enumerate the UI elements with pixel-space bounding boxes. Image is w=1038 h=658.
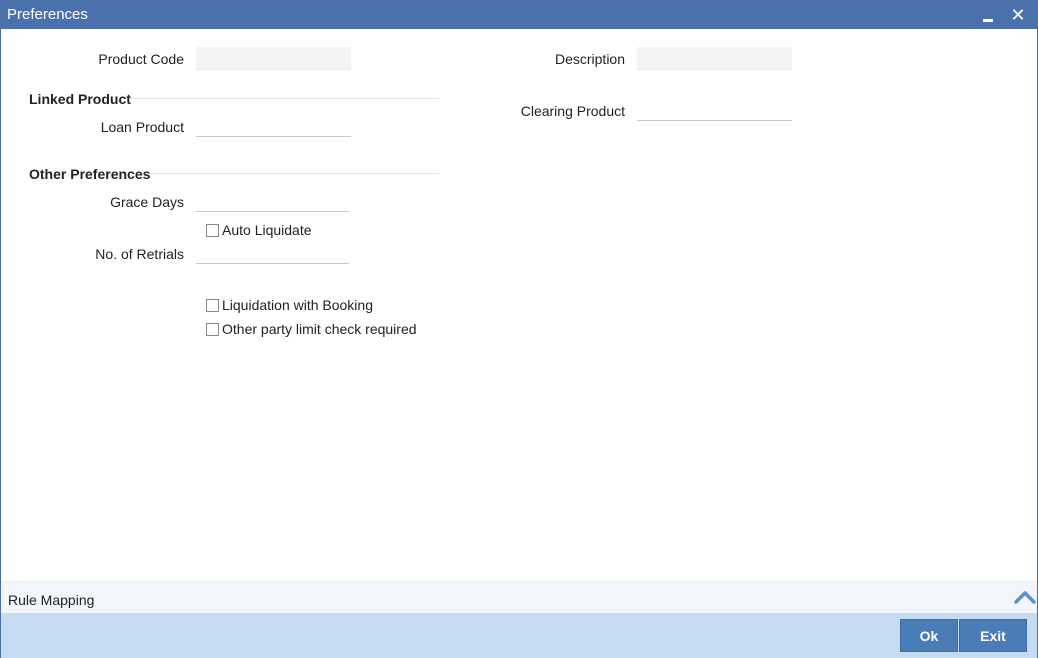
window-title: Preferences	[7, 6, 88, 23]
clearing-product-label: Clearing Product	[520, 103, 625, 119]
title-bar: Preferences ✕	[1, 1, 1037, 29]
exit-button[interactable]: Exit	[959, 619, 1027, 652]
liquidation-with-booking-checkbox[interactable]	[206, 298, 219, 312]
linked-product-divider	[131, 98, 439, 99]
liquidation-with-booking-label: Liquidation with Booking	[222, 297, 373, 313]
chevron-up-icon[interactable]	[1013, 586, 1037, 608]
grace-days-label: Grace Days	[110, 194, 184, 210]
no-of-retrials-field[interactable]	[196, 241, 349, 264]
loan-product-label: Loan Product	[100, 119, 184, 135]
auto-liquidate-option[interactable]: Auto Liquidate	[206, 222, 312, 238]
footer-bar: Ok Exit	[1, 613, 1037, 658]
other-party-limit-check-option[interactable]: Other party limit check required	[206, 321, 417, 337]
description-label: Description	[554, 51, 625, 67]
product-code-field[interactable]	[196, 47, 351, 70]
other-party-limit-check-label: Other party limit check required	[222, 321, 417, 337]
no-of-retrials-label: No. of Retrials	[95, 246, 184, 262]
clearing-product-field[interactable]	[637, 98, 792, 121]
product-code-label: Product Code	[98, 51, 184, 67]
linked-product-heading: Linked Product	[29, 91, 131, 107]
auto-liquidate-checkbox[interactable]	[206, 223, 219, 237]
description-field[interactable]	[637, 47, 792, 70]
auto-liquidate-label: Auto Liquidate	[222, 222, 312, 238]
minimize-icon[interactable]	[975, 1, 1001, 29]
liquidation-with-booking-option[interactable]: Liquidation with Booking	[206, 297, 373, 313]
preferences-window: Preferences ✕ Product Code Description L…	[0, 0, 1038, 658]
loan-product-field[interactable]	[196, 114, 351, 137]
close-icon[interactable]: ✕	[1005, 1, 1031, 29]
ok-button[interactable]: Ok	[900, 619, 958, 652]
grace-days-field[interactable]	[196, 189, 349, 212]
other-preferences-heading: Other Preferences	[29, 166, 151, 182]
rule-mapping-bar: Rule Mapping	[1, 581, 1037, 613]
other-preferences-divider	[151, 173, 439, 174]
rule-mapping-link[interactable]: Rule Mapping	[8, 592, 94, 608]
other-party-limit-check-checkbox[interactable]	[206, 322, 219, 336]
